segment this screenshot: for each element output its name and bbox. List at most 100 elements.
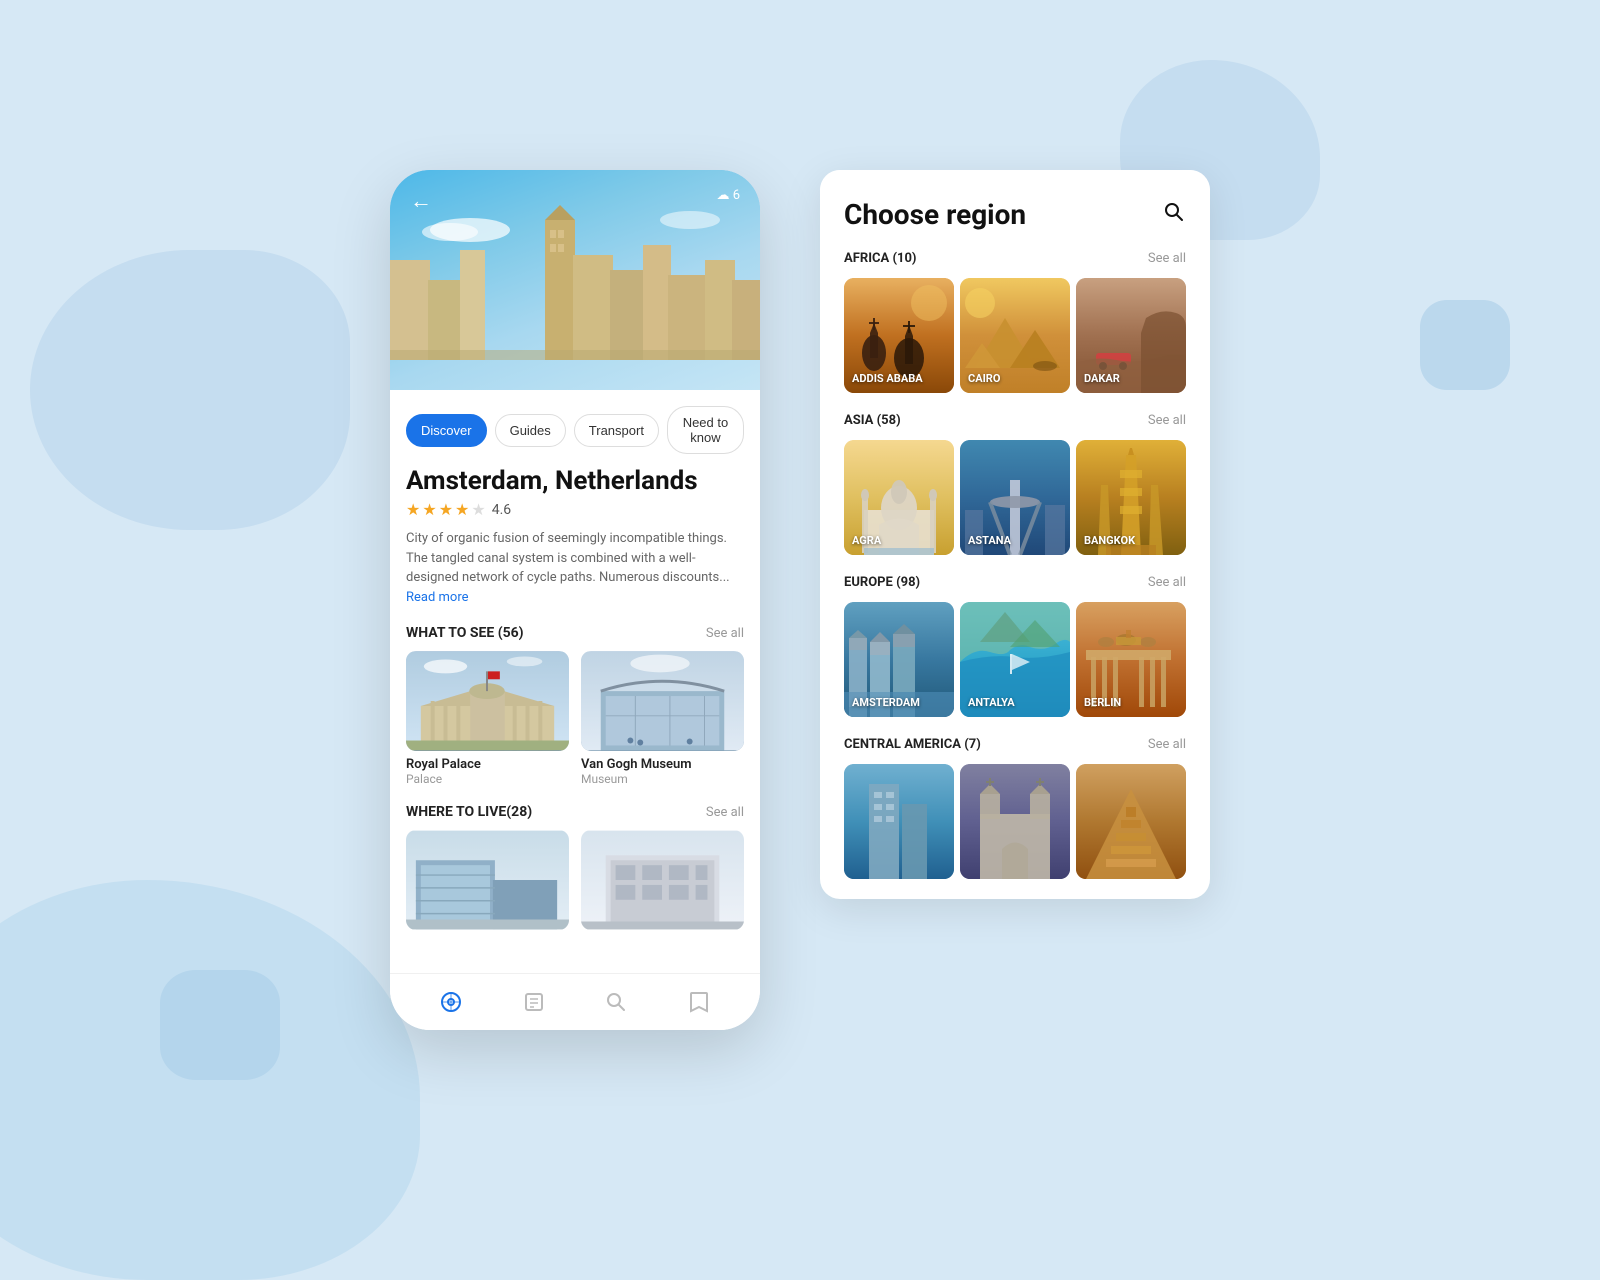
what-to-see-header: WHAT TO SEE (56) See all [390, 621, 760, 651]
city-description: City of organic fusion of seemingly inco… [390, 529, 760, 621]
berlin-label: BERLIN [1084, 696, 1121, 709]
asia-images: AGRA [844, 440, 1186, 555]
region-img-astana[interactable]: ASTANA [960, 440, 1070, 555]
central-3-svg [1076, 764, 1186, 879]
region-img-cairo[interactable]: CAIRO [960, 278, 1070, 393]
weather-indicator: ☁ 6 [716, 188, 740, 203]
rating-value: 4.6 [492, 502, 511, 518]
region-img-central-2[interactable] [960, 764, 1070, 879]
star-3: ★ [439, 500, 453, 519]
region-europe: EUROPE (98) See all [820, 575, 1210, 737]
central-2-inner [960, 764, 1070, 879]
central-1-svg [844, 764, 954, 879]
africa-images: ADDIS ABABA [844, 278, 1186, 393]
nav-saved[interactable] [685, 988, 713, 1016]
asia-label: ASIA (58) See all [844, 413, 1186, 428]
europe-images: AMSTERDAM [844, 602, 1186, 717]
live-image-1 [406, 830, 569, 930]
live-svg-2 [581, 830, 744, 930]
museum-type: Museum [581, 772, 744, 786]
palace-svg [406, 651, 569, 751]
what-to-see-title: WHAT TO SEE (56) [406, 625, 524, 641]
berlin-inner: BERLIN [1076, 602, 1186, 717]
place-card-museum[interactable]: Van Gogh Museum Museum [581, 651, 744, 786]
region-img-amsterdam[interactable]: AMSTERDAM [844, 602, 954, 717]
panel-search-button[interactable] [1162, 200, 1186, 230]
star-2: ★ [422, 500, 436, 519]
region-img-antalya[interactable]: ANTALYA [960, 602, 1070, 717]
places-grid: Royal Palace Palace [390, 651, 760, 800]
agra-label: AGRA [852, 534, 881, 547]
nav-search[interactable] [602, 988, 630, 1016]
astana-label: ASTANA [968, 534, 1011, 547]
star-1: ★ [406, 500, 420, 519]
agra-inner: AGRA [844, 440, 954, 555]
city-skyline [390, 170, 760, 390]
palace-name: Royal Palace [406, 757, 569, 772]
tab-transport[interactable]: Transport [574, 414, 659, 447]
where-to-live-see-all[interactable]: See all [706, 805, 744, 820]
rating-row: ★ ★ ★ ★ ★ 4.6 [390, 500, 760, 529]
region-asia: ASIA (58) See all [820, 413, 1210, 575]
central-america-label: CENTRAL AMERICA (7) See all [844, 737, 1186, 752]
where-to-live-header: WHERE TO LIVE(28) See all [390, 800, 760, 830]
central-1-inner [844, 764, 954, 879]
dakar-label: DAKAR [1084, 372, 1120, 385]
left-phone: ← ☁ 6 Discover Guides Transport Need to … [390, 170, 760, 1030]
region-img-agra[interactable]: AGRA [844, 440, 954, 555]
addis-ababa-label: ADDIS ABABA [852, 372, 923, 385]
tab-guides[interactable]: Guides [495, 414, 566, 447]
europe-see-all[interactable]: See all [1148, 575, 1186, 590]
panel-title: Choose region [844, 198, 1026, 231]
region-img-central-1[interactable] [844, 764, 954, 879]
bangkok-label: BANGKOK [1084, 534, 1135, 547]
africa-see-all[interactable]: See all [1148, 251, 1186, 266]
antalya-inner: ANTALYA [960, 602, 1070, 717]
tabs-row: Discover Guides Transport Need to know [390, 390, 760, 466]
central-3-inner [1076, 764, 1186, 879]
antalya-label: ANTALYA [968, 696, 1015, 709]
astana-inner: ASTANA [960, 440, 1070, 555]
where-to-live-title: WHERE TO LIVE(28) [406, 804, 532, 820]
right-panel: Choose region AFRICA (10) See all [820, 170, 1210, 899]
asia-see-all[interactable]: See all [1148, 413, 1186, 428]
region-africa: AFRICA (10) See all [820, 251, 1210, 413]
back-button[interactable]: ← [410, 188, 432, 214]
live-svg-1 [406, 830, 569, 930]
star-5: ★ [471, 500, 485, 519]
museum-name: Van Gogh Museum [581, 757, 744, 772]
live-grid [390, 830, 760, 950]
cairo-inner: CAIRO [960, 278, 1070, 393]
region-central-america: CENTRAL AMERICA (7) See all [820, 737, 1210, 899]
tab-need-to-know[interactable]: Need to know [667, 406, 744, 454]
region-img-addis-ababa[interactable]: ADDIS ABABA [844, 278, 954, 393]
place-card-palace[interactable]: Royal Palace Palace [406, 651, 569, 786]
dakar-inner: DAKAR [1076, 278, 1186, 393]
panel-header: Choose region [820, 170, 1210, 251]
palace-image [406, 651, 569, 751]
region-img-central-3[interactable] [1076, 764, 1186, 879]
museum-image [581, 651, 744, 751]
region-img-dakar[interactable]: DAKAR [1076, 278, 1186, 393]
region-img-bangkok[interactable]: BANGKOK [1076, 440, 1186, 555]
amsterdam-label: AMSTERDAM [852, 696, 920, 709]
what-to-see-see-all[interactable]: See all [706, 626, 744, 641]
bg-blob-1 [30, 250, 350, 530]
hero-image: ← ☁ 6 [390, 170, 760, 390]
bg-blob-5 [0, 880, 420, 1280]
amsterdam-inner: AMSTERDAM [844, 602, 954, 717]
central-america-see-all[interactable]: See all [1148, 737, 1186, 752]
city-title: Amsterdam, Netherlands [390, 466, 760, 500]
live-image-2 [581, 830, 744, 930]
europe-label: EUROPE (98) See all [844, 575, 1186, 590]
tab-discover[interactable]: Discover [406, 414, 487, 447]
region-img-berlin[interactable]: BERLIN [1076, 602, 1186, 717]
star-4: ★ [455, 500, 469, 519]
cairo-label: CAIRO [968, 372, 1000, 385]
nav-explore[interactable] [437, 988, 465, 1016]
live-card-1[interactable] [406, 830, 569, 936]
live-card-2[interactable] [581, 830, 744, 936]
star-rating: ★ ★ ★ ★ ★ [406, 500, 486, 519]
read-more-link[interactable]: Read more [406, 590, 469, 605]
nav-itinerary[interactable] [520, 988, 548, 1016]
